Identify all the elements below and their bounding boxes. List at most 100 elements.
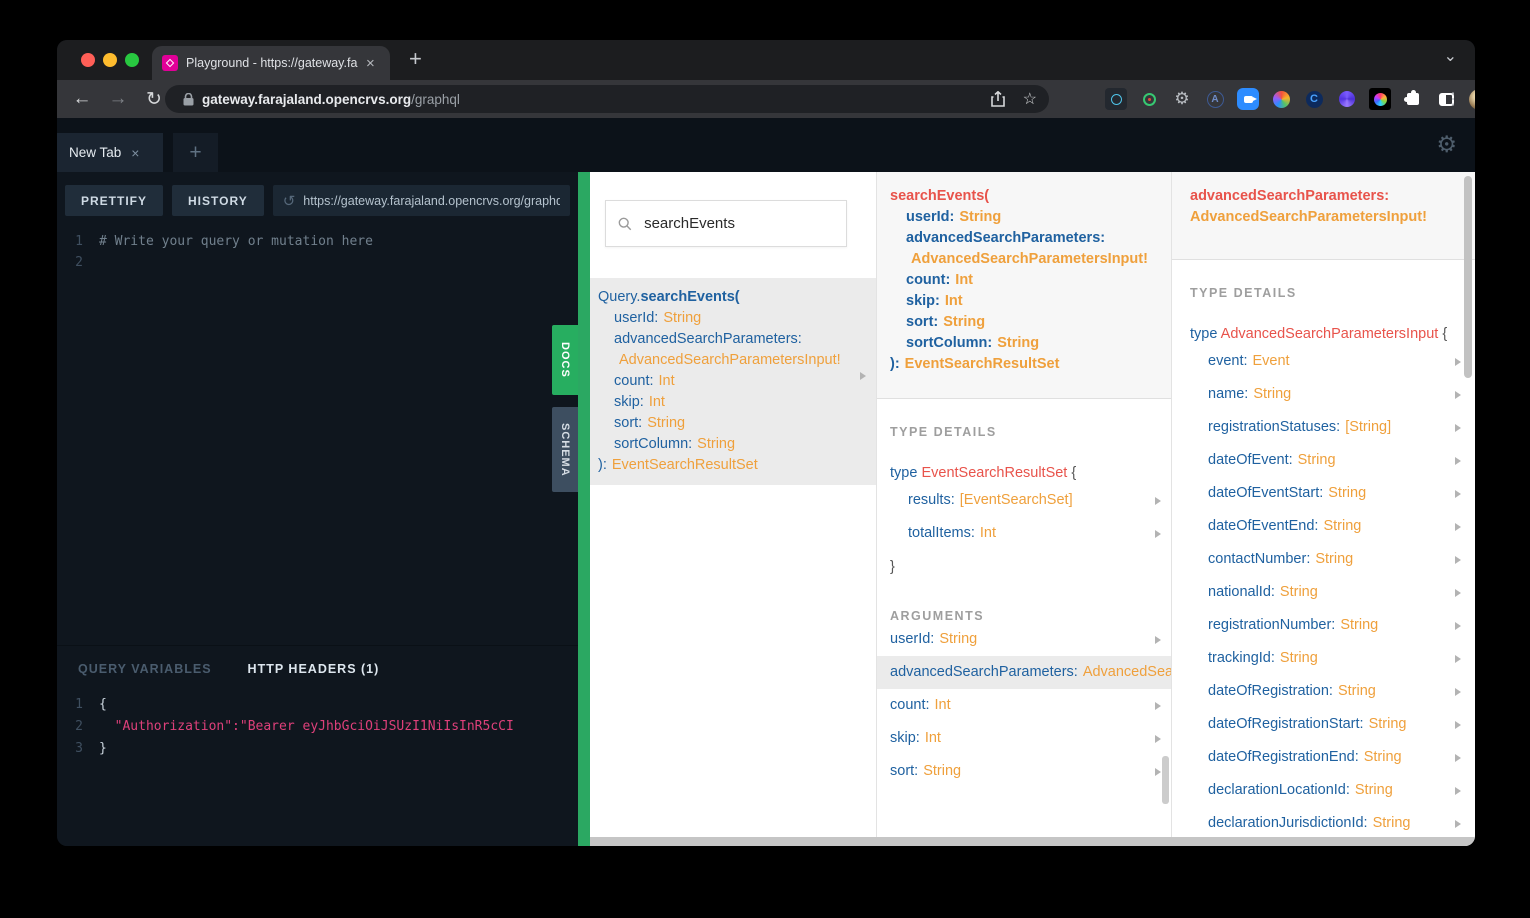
expand-icon[interactable] <box>1155 767 1161 776</box>
search-result-query-searchevents[interactable]: Query.searchEvents( userId: String advanc… <box>590 278 876 485</box>
zoom-camera-icon[interactable] <box>1237 88 1259 110</box>
argument-row[interactable]: sort: String <box>877 755 1171 788</box>
endpoint-input[interactable] <box>303 193 560 208</box>
type-field-row[interactable]: trackingId: String <box>1172 642 1475 675</box>
puzzle-extensions-icon[interactable] <box>1402 88 1424 110</box>
expand-icon[interactable] <box>1455 522 1461 531</box>
docs-search-input[interactable] <box>644 215 834 232</box>
docs-search-box[interactable] <box>605 200 847 247</box>
browser-menu-icon[interactable]: ⋮ <box>1445 89 1461 109</box>
reload-schema-icon[interactable]: ↺ <box>283 192 296 210</box>
type-field-row[interactable]: nationalId: String <box>1172 576 1475 609</box>
type-field-row[interactable]: contactNumber: String <box>1172 543 1475 576</box>
expand-icon[interactable] <box>1455 489 1461 498</box>
loom-asterisk-icon[interactable] <box>1270 88 1292 110</box>
expand-icon[interactable] <box>1155 496 1161 505</box>
react-devtools-icon[interactable] <box>1105 88 1127 110</box>
type-field-row[interactable]: dateOfEvent: String <box>1172 444 1475 477</box>
type-field-row[interactable]: totalItems: Int <box>877 517 1171 550</box>
column-scrollbar[interactable] <box>1464 176 1472 378</box>
bookmark-star-icon[interactable]: ☆ <box>1023 89 1037 109</box>
argument-row[interactable]: count: Int <box>877 689 1171 722</box>
expand-icon[interactable] <box>1455 357 1461 366</box>
docs-tab[interactable]: DOCS <box>552 325 578 395</box>
type-field-row[interactable]: registrationNumber: String <box>1172 609 1475 642</box>
type-name-link[interactable]: EventSearchResultSet <box>921 465 1067 481</box>
tab-close-icon[interactable]: × <box>366 56 375 71</box>
lock-icon <box>183 92 194 105</box>
minimize-window-button[interactable] <box>103 53 117 67</box>
type-field-row[interactable]: dateOfRegistrationEnd: String <box>1172 741 1475 774</box>
type-field-row[interactable]: dateOfEventStart: String <box>1172 477 1475 510</box>
type-field-row[interactable]: results: [EventSearchSet] <box>877 484 1171 517</box>
zoom-window-button[interactable] <box>125 53 139 67</box>
expand-icon[interactable] <box>1455 720 1461 729</box>
prettify-button[interactable]: PRETTIFY <box>65 185 164 216</box>
settings-gear-icon[interactable]: ⚙ <box>1436 132 1457 158</box>
argument-row[interactable]: skip: Int <box>877 722 1171 755</box>
expand-icon[interactable] <box>1455 753 1461 762</box>
close-window-button[interactable] <box>81 53 95 67</box>
expand-icon[interactable] <box>1155 701 1161 710</box>
tab-query-variables[interactable]: QUERY VARIABLES <box>78 662 212 676</box>
expand-icon[interactable] <box>1455 687 1461 696</box>
pinwheel-icon[interactable] <box>1369 88 1391 110</box>
history-button[interactable]: HISTORY <box>172 185 264 216</box>
gear-extension-icon[interactable]: ⚙ <box>1171 88 1193 110</box>
return-type-link[interactable]: EventSearchResultSet <box>905 356 1060 372</box>
expand-icon[interactable] <box>1455 423 1461 432</box>
column-scrollbar[interactable] <box>1162 756 1169 804</box>
type-field-row[interactable]: dateOfRegistration: String <box>1172 675 1475 708</box>
green-radar-icon[interactable] <box>1138 88 1160 110</box>
expand-icon[interactable] <box>1455 621 1461 630</box>
browser-window: Playground - https://gateway.fa × + ⌄ ← … <box>57 40 1475 846</box>
argument-row[interactable]: advancedSearchParameters:AdvancedSearchP… <box>877 656 1171 689</box>
tab-http-headers[interactable]: HTTP HEADERS (1) <box>248 662 380 676</box>
profile-avatar[interactable] <box>1468 88 1475 110</box>
new-session-button[interactable]: + <box>173 133 218 172</box>
pane-divider[interactable] <box>578 172 590 846</box>
expand-icon[interactable] <box>1455 819 1461 828</box>
type-name-link[interactable]: AdvancedSearchParametersInput <box>1221 326 1439 342</box>
endpoint-field[interactable]: ↺ <box>272 185 570 216</box>
expand-icon[interactable] <box>1455 588 1461 597</box>
http-headers-editor[interactable]: 1 { 2 "Authorization":"Bearer eyJhbGciOiJ… <box>57 694 578 760</box>
schema-tab[interactable]: SCHEMA <box>552 407 578 492</box>
type-field-row[interactable]: name: String <box>1172 378 1475 411</box>
type-field-row[interactable]: dateOfRegistrationStart: String <box>1172 708 1475 741</box>
expand-icon[interactable] <box>1455 555 1461 564</box>
type-field-row[interactable]: declarationJurisdictionId: String <box>1172 807 1475 840</box>
expand-icon[interactable] <box>1455 786 1461 795</box>
share-icon[interactable] <box>990 91 1005 107</box>
forward-button[interactable]: → <box>107 88 129 110</box>
type-field-row[interactable]: event: Event <box>1172 345 1475 378</box>
return-type-link[interactable]: EventSearchResultSet <box>612 457 758 473</box>
c-swirl-icon[interactable]: C <box>1303 88 1325 110</box>
expand-icon[interactable] <box>1155 529 1161 538</box>
window-controls <box>81 53 139 67</box>
argument-row[interactable]: userId: String <box>877 623 1171 656</box>
session-tab-close-icon[interactable]: × <box>131 145 139 161</box>
query-editor[interactable]: 1 # Write your query or mutation here 2 <box>57 216 578 668</box>
session-tab-new-tab[interactable]: New Tab × <box>57 133 163 172</box>
reload-button[interactable]: ↻ <box>143 88 165 111</box>
type-field-row[interactable]: registrationStatuses: [String] <box>1172 411 1475 444</box>
new-tab-button[interactable]: + <box>409 48 422 70</box>
expand-icon[interactable] <box>1155 635 1161 644</box>
expand-icon[interactable] <box>860 372 866 380</box>
docs-horizontal-scrollbar[interactable] <box>590 837 1475 846</box>
a-badge-icon[interactable]: A <box>1204 88 1226 110</box>
expand-icon[interactable] <box>1455 654 1461 663</box>
argument-type-link[interactable]: AdvancedSearchParametersInput! <box>1190 209 1427 225</box>
browser-tab[interactable]: Playground - https://gateway.fa × <box>152 46 390 80</box>
expand-icon[interactable] <box>1455 390 1461 399</box>
type-field-row[interactable]: declarationLocationId: String <box>1172 774 1475 807</box>
expand-icon[interactable] <box>1455 456 1461 465</box>
back-button[interactable]: ← <box>71 88 93 110</box>
type-field-row[interactable]: dateOfEventEnd: String <box>1172 510 1475 543</box>
docs-field-column: searchEvents( userId: String advancedSear… <box>877 172 1172 846</box>
expand-icon[interactable] <box>1155 734 1161 743</box>
address-bar[interactable]: gateway.farajaland.opencrvs.org/graphql … <box>165 85 1049 113</box>
tab-search-chevron-icon[interactable]: ⌄ <box>1444 46 1457 66</box>
purple-asterisk-icon[interactable] <box>1336 88 1358 110</box>
